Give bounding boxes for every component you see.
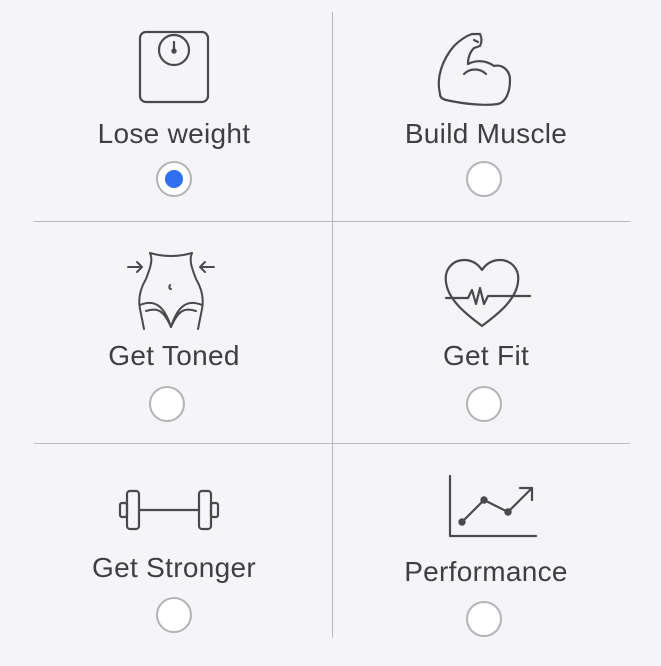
goal-grid: Lose weight Build Muscle Get Toned Get F… — [0, 0, 661, 666]
line-chart-icon — [446, 474, 538, 540]
goal-label: Get Toned — [108, 340, 240, 371]
goal-option-get-toned[interactable]: Get Toned — [34, 222, 314, 443]
radio-build-muscle[interactable] — [466, 161, 502, 197]
goal-label: Lose weight — [97, 118, 251, 149]
heartbeat-icon — [442, 258, 532, 332]
goal-option-lose-weight[interactable]: Lose weight — [34, 0, 314, 221]
radio-get-toned[interactable] — [149, 386, 185, 422]
radio-get-fit[interactable] — [466, 386, 502, 422]
goal-option-build-muscle[interactable]: Build Muscle — [346, 0, 626, 221]
waist-icon — [124, 249, 218, 335]
flexed-arm-icon — [434, 30, 516, 110]
radio-selected-dot — [165, 170, 183, 188]
goal-label: Performance — [404, 556, 568, 587]
vertical-divider — [332, 12, 333, 638]
dumbbell-icon — [118, 488, 220, 532]
goal-label: Get Stronger — [92, 552, 256, 583]
radio-get-stronger[interactable] — [156, 597, 192, 633]
goal-label: Get Fit — [442, 340, 530, 371]
goal-option-get-fit[interactable]: Get Fit — [346, 222, 626, 443]
goal-option-performance[interactable]: Performance — [346, 444, 626, 666]
radio-performance[interactable] — [466, 601, 502, 637]
goal-option-get-stronger[interactable]: Get Stronger — [34, 444, 314, 666]
scale-icon — [134, 26, 214, 106]
goal-label: Build Muscle — [404, 118, 568, 149]
radio-lose-weight[interactable] — [156, 161, 192, 197]
